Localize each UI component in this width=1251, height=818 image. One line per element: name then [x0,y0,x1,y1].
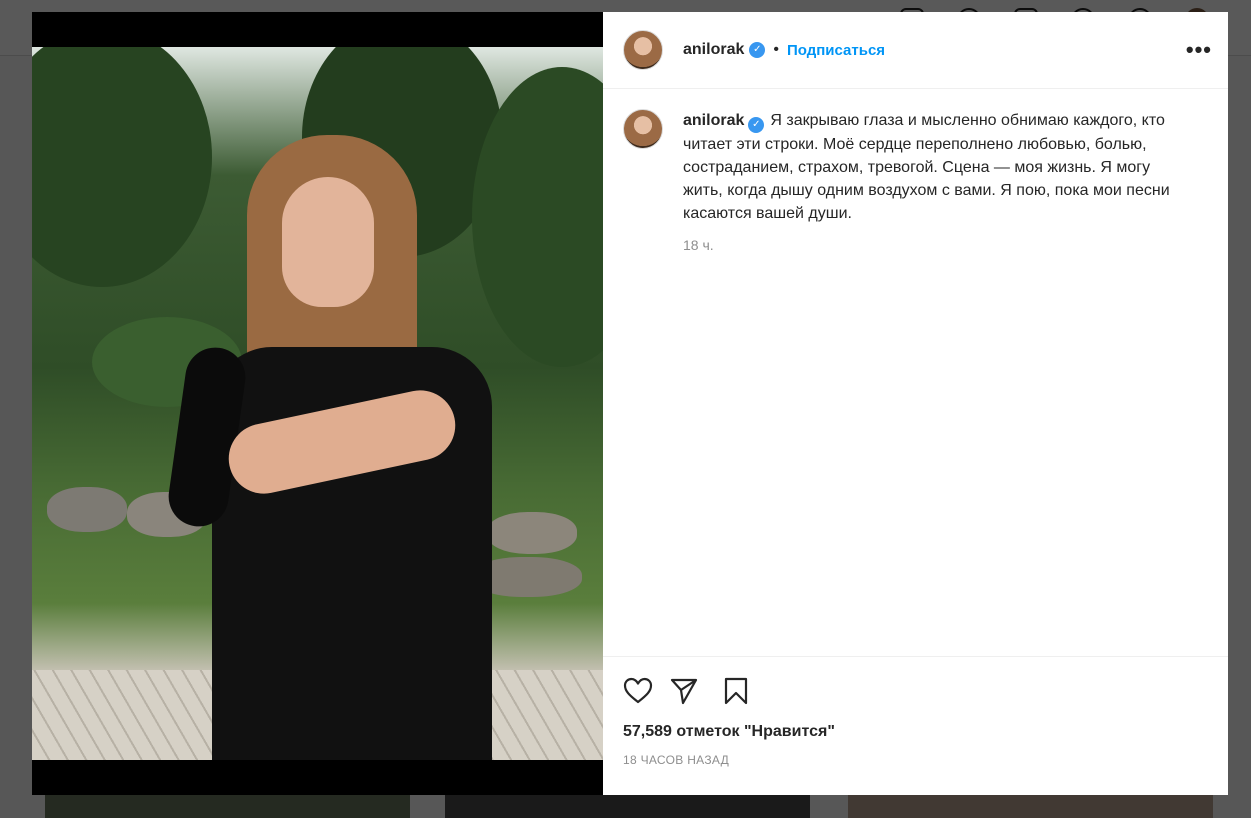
verified-badge-icon: ✓ [749,42,766,58]
paper-plane-icon [670,678,698,705]
save-button[interactable] [715,675,749,707]
likes-count[interactable]: 57,589 отметок "Нравится" [623,723,1208,741]
post-media [32,12,603,795]
post-header: anilorak ✓ • Подписаться ••• [603,12,1228,89]
follow-button[interactable]: Подписаться [787,42,885,59]
garden-stone [47,487,127,532]
post-photo[interactable] [32,47,603,760]
caption-time-ago[interactable]: 18 ч. [683,237,1183,253]
caption-body: anilorak ✓ Я закрываю глаза и мысленно обн… [683,109,1183,253]
post-modal: anilorak ✓ • Подписаться ••• anilorak ✓ Я … [32,12,1228,795]
caption-author-avatar[interactable] [623,109,663,149]
author-avatar[interactable] [623,30,663,70]
garden-stone [487,512,577,554]
like-button[interactable] [623,675,657,707]
verified-badge-icon: ✓ [748,117,765,133]
caption-username[interactable]: anilorak [683,112,744,129]
post-actions: 57,589 отметок "Нравится" 18 ЧАСОВ НАЗАД [603,656,1228,767]
heart-icon [623,677,653,704]
share-button[interactable] [669,675,703,707]
author-username[interactable]: anilorak [683,41,744,59]
more-options-icon[interactable]: ••• [1186,37,1212,63]
post-caption: anilorak ✓ Я закрываю глаза и мысленно обн… [603,89,1228,253]
model-face [282,177,374,307]
action-bar [623,675,1208,707]
bookmark-icon [724,677,748,705]
header-separator: • [773,41,779,58]
tree-foliage [32,47,212,287]
caption-text-block: anilorak ✓ Я закрываю глаза и мысленно обн… [683,109,1183,225]
post-sidebar: anilorak ✓ • Подписаться ••• anilorak ✓ Я … [603,12,1228,795]
posted-time[interactable]: 18 ЧАСОВ НАЗАД [623,753,1208,767]
